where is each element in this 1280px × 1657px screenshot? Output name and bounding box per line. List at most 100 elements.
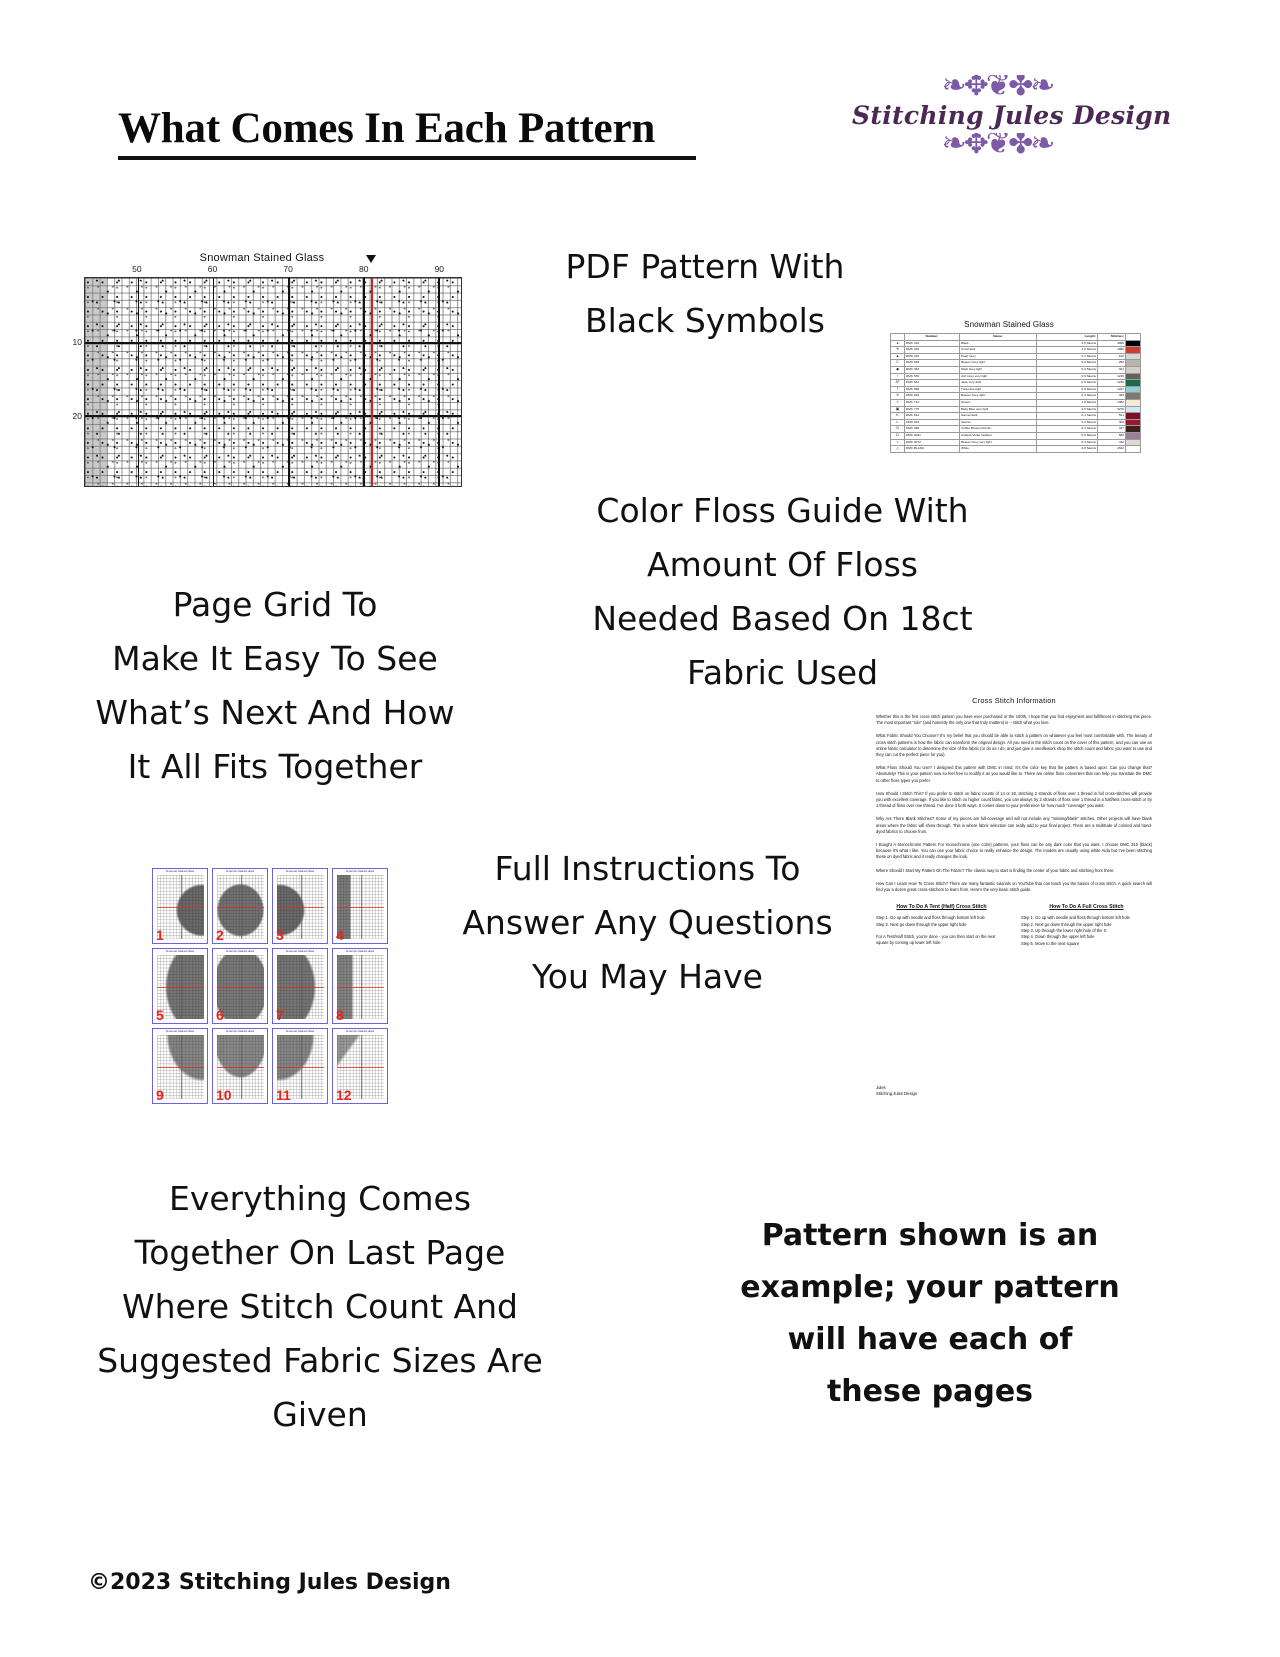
flourish-bottom-icon: ❧✥❦✤❧ (941, 133, 1056, 159)
copyright-notice: ©2023 Stitching Jules Design (88, 1570, 451, 1595)
floss-symbol: JP (890, 379, 905, 387)
swatch-chip (1126, 426, 1140, 432)
floss-length: 1.0 Skeins (1036, 398, 1098, 407)
page-thumbnail-title: Snowman Stained Glass (345, 1030, 375, 1033)
floss-color-swatch (1125, 392, 1141, 400)
page-thumbnail-4: Snowman Stained Glass 4 (332, 868, 388, 944)
floss-length: 0.4 Skeins (1036, 392, 1098, 400)
floss-number: DMC 310 (904, 339, 960, 348)
floss-name: Beaver Grey light (959, 359, 1037, 367)
table-row: JP DMC 561 Jade very dark 0.9 Skeins 1230 (890, 379, 1141, 387)
page-thumbnail-grid (217, 955, 264, 1019)
floss-length: 2.0 Skeins (1036, 445, 1098, 453)
floss-symbol: ▣ (890, 405, 905, 414)
instructions-paragraph: What Fabric Should You Choose? It’s my b… (876, 733, 1152, 758)
floss-symbol: ▲ (890, 352, 905, 361)
swatch-chip (1126, 393, 1140, 399)
caption-page-grid: Page Grid To Make It Easy To See What’s … (30, 578, 520, 794)
floss-number: DMC 535 (904, 372, 960, 381)
page-thumbnail-title: Snowman Stained Glass (225, 870, 255, 873)
page-thumbnail-title: Snowman Stained Glass (165, 950, 195, 953)
floss-number: DMC 775 (904, 405, 960, 414)
floss-length: 3.5 Skeins (1036, 339, 1098, 348)
floss-stitches: 583 (1097, 431, 1126, 440)
floss-table: Number: Name: Length: Stitches: ● DMC 310… (890, 333, 1141, 453)
floss-stitches: 1890 (1097, 346, 1126, 354)
page-thumbnail-number: 9 (156, 1087, 164, 1103)
floss-symbol: T (890, 385, 905, 394)
swatch-chip (1126, 360, 1140, 366)
caption-line: Everything Comes Together On Last Page W… (97, 1179, 543, 1434)
floss-color-swatch (1125, 365, 1141, 374)
table-row: D DMC 3041 Antique Violet medium 0.5 Skeins… (890, 431, 1141, 440)
instructions-paragraph: How Should I Stitch This? If you prefer … (876, 790, 1152, 809)
floss-name: Garnet (959, 418, 1037, 427)
table-row: C DMC 648 Beaver Grey light 0.2 Skeins 250 (890, 359, 1141, 367)
floss-name: Shell Grey light (959, 365, 1037, 374)
floss-color-swatch (1125, 372, 1141, 381)
tent-stitch-heading: How To Do A Tent (Half) Cross Stitch (896, 904, 987, 911)
page-thumbnail-grid (157, 875, 204, 939)
floss-symbol: O (890, 425, 905, 433)
floss-name: Jade very dark (959, 379, 1037, 387)
swatch-chip (1126, 406, 1140, 412)
floss-length: 0.1 Skeins (1036, 352, 1098, 361)
floss-color-swatch (1125, 431, 1141, 440)
caption-floss-guide: Color Floss Guide With Amount Of Floss N… (505, 484, 1060, 700)
table-row: △ DMC BLANC White 2.0 Skeins 2622 (890, 445, 1141, 453)
floss-stitches: 493 (1097, 392, 1126, 400)
page-thumbnail-title: Snowman Stained Glass (345, 870, 375, 873)
floss-name: Cream (959, 398, 1037, 407)
floss-name: Pearl Grey (959, 352, 1037, 361)
page-thumbnail-number: 7 (276, 1007, 284, 1023)
swatch-chip (1126, 380, 1140, 386)
floss-stitches: 1227 (1097, 385, 1126, 394)
page-title-text: What Comes In Each Pattern (118, 105, 656, 152)
floss-symbol: > (890, 438, 905, 447)
floss-number: DMC BLANC (904, 445, 960, 453)
floss-name: Beaver Grey light (959, 392, 1037, 400)
floss-name: Coffee Brown ultra dk (959, 425, 1037, 433)
table-row: L DMC 816 Garnet 0.2 Skeins 302 (890, 418, 1141, 427)
floss-stitches: 2622 (1097, 445, 1126, 453)
floss-color-swatch (1125, 339, 1141, 348)
floss-name: Beaver Grey very light (959, 438, 1037, 447)
full-stitch-heading: How To Do A Full Cross Stitch (1049, 904, 1124, 911)
page-thumbnail-3: Snowman Stained Glass 3 (272, 868, 328, 944)
col-swatch (1125, 333, 1141, 341)
swatch-chip (1126, 367, 1140, 373)
page-thumbnail-number: 6 (216, 1007, 224, 1023)
page-thumbnail-number: 2 (216, 927, 224, 943)
chart-decade-line (85, 415, 461, 417)
chart-decade-line (137, 278, 140, 486)
page-thumbnail-title: Snowman Stained Glass (225, 950, 255, 953)
swatch-chip (1126, 446, 1140, 452)
floss-color-swatch (1125, 346, 1141, 354)
floss-color-swatch (1125, 445, 1141, 453)
page-thumbnail-7: Snowman Stained Glass 7 (272, 948, 328, 1024)
instructions-paragraph: Where Should I Start My Pattern On The F… (876, 867, 1115, 873)
table-row: T DMC 598 Turquoise light 0.9 Skeins 1227 (890, 385, 1141, 394)
floss-symbol: C (890, 359, 905, 367)
swatch-chip (1126, 420, 1140, 425)
chart-row-label: 20 (72, 410, 82, 421)
floss-color-swatch (1125, 379, 1141, 387)
page-thumbnail-9: Snowman Stained Glass 9 (152, 1028, 208, 1104)
chart-center-line (370, 278, 373, 486)
floss-name: Coral dark (959, 346, 1037, 354)
thumbnail-center-line-h (277, 987, 324, 988)
page-thumbnail-grid (217, 875, 264, 939)
chart-decade-line (438, 278, 441, 486)
thumbnail-center-line-h (157, 987, 204, 988)
caption-line: PDF Pattern With Black Symbols (565, 247, 845, 340)
page-thumbnail-1: Snowman Stained Glass 1 (152, 868, 208, 944)
floss-symbol: ✕ (890, 392, 905, 400)
page-grid-preview: Snowman Stained Glass 1 Snowman Stained Gl… (152, 868, 392, 1116)
caption-line: Full Instructions To Answer Any Question… (462, 849, 833, 996)
page-thumbnail-title: Snowman Stained Glass (285, 870, 315, 873)
floss-stitches: 3270 (1097, 405, 1126, 414)
floss-symbol: ✳ (890, 346, 905, 354)
thumbnail-center-line-h (157, 907, 204, 908)
chart-symbols (85, 278, 461, 486)
instructions-signature: Jules Stitching Jules Design (876, 1084, 918, 1096)
